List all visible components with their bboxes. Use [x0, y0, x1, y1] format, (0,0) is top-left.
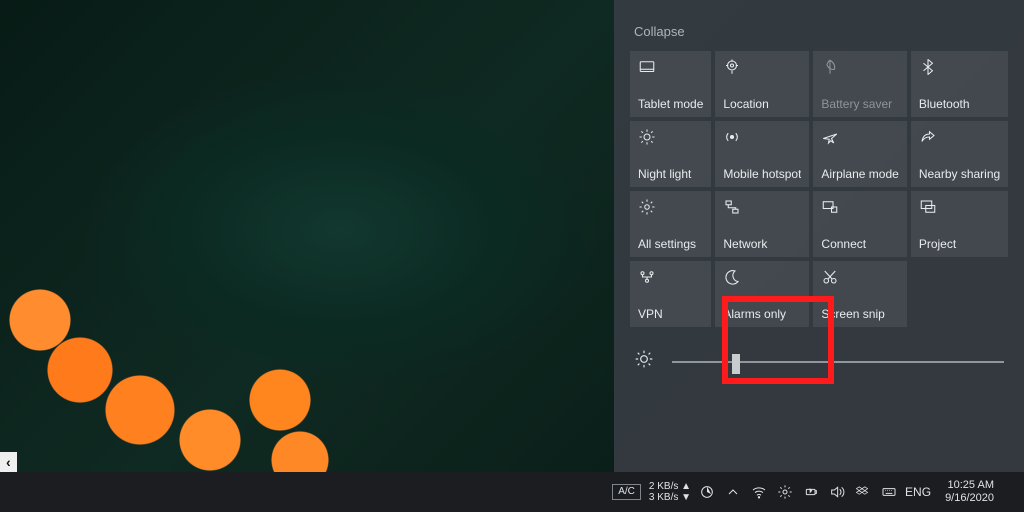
tile-battery-saver[interactable]: Battery saver	[813, 51, 906, 117]
clock-date: 9/16/2020	[945, 492, 994, 505]
taskbar: A/C 2 KB/s ▲ 3 KB/s ▼ ENG 10:25 AM 9/16/…	[0, 472, 1024, 512]
tablet-icon	[638, 58, 703, 76]
tile-label: Mobile hotspot	[723, 167, 801, 181]
moon-icon	[723, 268, 801, 286]
tile-label: Screen snip	[821, 307, 898, 321]
tile-label: VPN	[638, 307, 703, 321]
sun-icon	[638, 128, 703, 146]
network-speed: 2 KB/s ▲ 3 KB/s ▼	[649, 481, 691, 503]
location-icon	[723, 58, 801, 76]
tile-network[interactable]: Network	[715, 191, 809, 257]
gear-icon[interactable]	[777, 484, 793, 500]
quick-action-tiles: Tablet mode Location Battery saver Bluetoot…	[630, 51, 1008, 327]
tile-label: Nearby sharing	[919, 167, 1000, 181]
tile-mobile-hotspot[interactable]: Mobile hotspot	[715, 121, 809, 187]
pie-icon[interactable]	[699, 484, 715, 500]
tile-label: Night light	[638, 167, 703, 181]
brightness-icon	[634, 349, 654, 374]
project-icon	[919, 198, 1000, 216]
tile-label: All settings	[638, 237, 703, 251]
tile-connect[interactable]: Connect	[813, 191, 906, 257]
dropbox-icon[interactable]	[855, 484, 871, 500]
airplane-icon	[821, 128, 898, 146]
action-center-panel: Collapse Tablet mode Location Battery save…	[614, 0, 1024, 472]
wifi-icon[interactable]	[751, 484, 767, 500]
tile-all-settings[interactable]: All settings	[630, 191, 711, 257]
share-icon	[919, 128, 1000, 146]
tile-airplane-mode[interactable]: Airplane mode	[813, 121, 906, 187]
tile-nearby-sharing[interactable]: Nearby sharing	[911, 121, 1008, 187]
ac-indicator: A/C	[612, 484, 641, 500]
keyboard-icon[interactable]	[881, 484, 897, 500]
tile-bluetooth[interactable]: Bluetooth	[911, 51, 1008, 117]
brightness-slider-thumb[interactable]	[732, 354, 740, 374]
vpn-icon	[638, 268, 703, 286]
language-indicator[interactable]: ENG	[905, 485, 931, 499]
tile-tablet-mode[interactable]: Tablet mode	[630, 51, 711, 117]
tile-alarms-only[interactable]: Alarms only	[715, 261, 809, 327]
snip-icon	[821, 268, 898, 286]
tile-label: Airplane mode	[821, 167, 898, 181]
tile-night-light[interactable]: Night light	[630, 121, 711, 187]
brightness-row	[630, 349, 1008, 374]
net-down: 3 KB/s ▼	[649, 492, 691, 503]
brightness-slider[interactable]	[672, 361, 1004, 363]
gear-icon	[638, 198, 703, 216]
start-window-edge: ‹	[0, 452, 17, 472]
connect-icon	[821, 198, 898, 216]
tile-location[interactable]: Location	[715, 51, 809, 117]
clock-time: 10:25 AM	[945, 479, 994, 492]
tile-vpn[interactable]: VPN	[630, 261, 711, 327]
chevron-up-icon[interactable]	[725, 484, 741, 500]
leaf-icon	[821, 58, 898, 76]
tile-label: Connect	[821, 237, 898, 251]
tile-project[interactable]: Project	[911, 191, 1008, 257]
bluetooth-icon	[919, 58, 1000, 76]
tile-label: Alarms only	[723, 307, 801, 321]
system-tray	[699, 484, 897, 500]
clock[interactable]: 10:25 AM 9/16/2020	[945, 479, 994, 505]
tile-label: Location	[723, 97, 801, 111]
tile-label: Battery saver	[821, 97, 898, 111]
tile-screen-snip[interactable]: Screen snip	[813, 261, 906, 327]
collapse-link[interactable]: Collapse	[630, 0, 685, 51]
net-up: 2 KB/s ▲	[649, 481, 691, 492]
tile-label: Network	[723, 237, 801, 251]
power-icon[interactable]	[803, 484, 819, 500]
hotspot-icon	[723, 128, 801, 146]
tile-label: Bluetooth	[919, 97, 1000, 111]
tile-label: Tablet mode	[638, 97, 703, 111]
network-icon	[723, 198, 801, 216]
tile-label: Project	[919, 237, 1000, 251]
volume-icon[interactable]	[829, 484, 845, 500]
